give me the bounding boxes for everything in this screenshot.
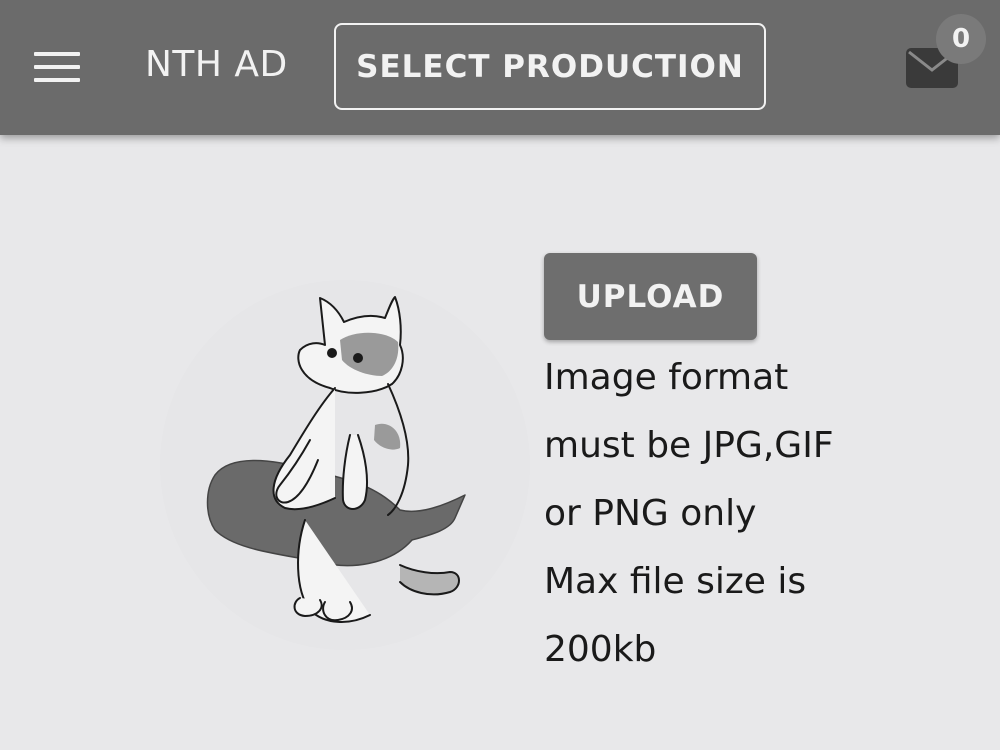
hamburger-menu-icon[interactable]	[34, 50, 80, 84]
info-line: or PNG only	[544, 493, 757, 534]
profile-image	[160, 280, 530, 650]
info-line: must be JPG,GIF	[544, 425, 834, 466]
app-title: NTH AD	[145, 44, 288, 85]
info-line: Max file size is	[544, 561, 807, 602]
cat-illustration	[206, 296, 466, 623]
info-line: Image format	[544, 357, 789, 398]
select-production-button[interactable]: SELECT PRODUCTION	[334, 23, 766, 110]
notification-badge: 0	[936, 14, 986, 64]
top-app-bar: NTH AD SELECT PRODUCTION 0	[0, 0, 1000, 135]
upload-requirements: Image format must be JPG,GIF or PNG only…	[544, 344, 984, 684]
info-line: 200kb	[544, 629, 657, 670]
upload-button[interactable]: UPLOAD	[544, 253, 757, 340]
